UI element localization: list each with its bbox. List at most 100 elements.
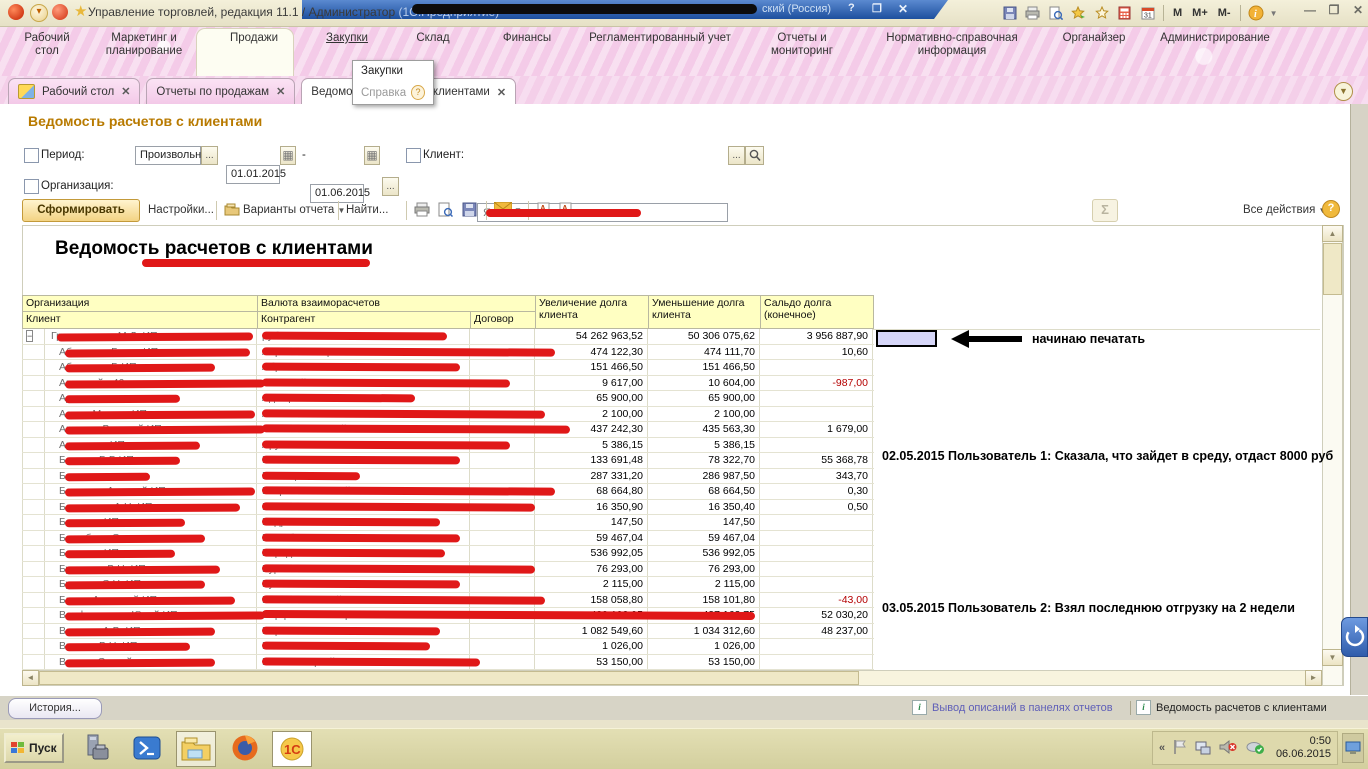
- close-icon[interactable]: ✕: [1350, 2, 1366, 18]
- increase-cell[interactable]: 9 617,00: [535, 376, 648, 391]
- decrease-cell[interactable]: 68 664,50: [648, 484, 760, 499]
- balance-cell[interactable]: 1 679,00: [760, 422, 873, 437]
- section-tab[interactable]: Нормативно-справочная информация: [868, 32, 1036, 58]
- section-tab[interactable]: Регламентированный учет: [584, 32, 736, 45]
- balance-cell[interactable]: [760, 407, 873, 422]
- contract-cell[interactable]: [470, 391, 535, 406]
- date-to-field[interactable]: 01.06.2015: [310, 184, 364, 203]
- client-search-button[interactable]: [745, 146, 764, 165]
- increase-cell[interactable]: 1 026,00: [535, 639, 648, 654]
- section-tab[interactable]: Органайзер: [1050, 32, 1138, 45]
- header-contract[interactable]: Договор: [470, 311, 536, 329]
- client-select-button[interactable]: ...: [728, 146, 745, 165]
- balance-cell[interactable]: 0,30: [760, 484, 873, 499]
- overlay-restore-icon[interactable]: ❐: [872, 2, 882, 15]
- descriptions-link[interactable]: Вывод описаний в панелях отчетов: [932, 702, 1113, 714]
- decrease-cell[interactable]: 2 100,00: [648, 407, 760, 422]
- increase-cell[interactable]: 54 262 963,52: [535, 329, 648, 344]
- header-organization[interactable]: Организация: [22, 295, 258, 312]
- minimize-icon[interactable]: —: [1302, 2, 1318, 18]
- increase-cell[interactable]: 2 115,00: [535, 577, 648, 592]
- decrease-cell[interactable]: 151 466,50: [648, 360, 760, 375]
- section-tab[interactable]: Финансы: [484, 32, 570, 45]
- menu-item-help[interactable]: Справка?: [353, 81, 433, 104]
- tab-close-icon[interactable]: ✕: [121, 85, 130, 98]
- balance-cell[interactable]: [760, 515, 873, 530]
- history-button[interactable]: История...: [8, 698, 102, 719]
- increase-cell[interactable]: 53 150,00: [535, 655, 648, 670]
- balance-cell[interactable]: 0,50: [760, 500, 873, 515]
- section-tab[interactable]: Маркетинг и планирование: [92, 32, 196, 58]
- balance-cell[interactable]: 343,70: [760, 469, 873, 484]
- period-kind-combo[interactable]: Произвольнь: [135, 146, 201, 165]
- decrease-cell[interactable]: 435 563,30: [648, 422, 760, 437]
- find-button[interactable]: Найти...: [346, 204, 388, 216]
- taskbar-item-system-tool[interactable]: [78, 731, 116, 765]
- settings-button[interactable]: Настройки...: [148, 204, 214, 216]
- contract-cell[interactable]: [470, 624, 535, 639]
- scroll-up-icon[interactable]: ▲: [1322, 225, 1343, 242]
- date-from-calendar-icon[interactable]: ▦: [280, 146, 296, 165]
- increase-cell[interactable]: 76 293,00: [535, 562, 648, 577]
- decrease-cell[interactable]: 50 306 075,62: [648, 329, 760, 344]
- calculator-icon[interactable]: [1115, 4, 1134, 23]
- scroll-right-icon[interactable]: ►: [1305, 670, 1322, 686]
- decrease-cell[interactable]: 16 350,40: [648, 500, 760, 515]
- date-from-field[interactable]: 01.01.2015: [226, 165, 280, 184]
- balance-cell[interactable]: [760, 391, 873, 406]
- date-to-calendar-icon[interactable]: ▦: [364, 146, 380, 165]
- group-collapse-icon[interactable]: −: [26, 330, 33, 342]
- decrease-cell[interactable]: 53 150,00: [648, 655, 760, 670]
- header-contragent[interactable]: Контрагент: [257, 311, 471, 329]
- report-variants-button[interactable]: Варианты отчета ▼: [243, 204, 345, 216]
- section-tab[interactable]: Склад: [396, 32, 470, 45]
- contract-cell[interactable]: [470, 531, 535, 546]
- organization-checkbox[interactable]: [24, 179, 39, 194]
- calendar-icon[interactable]: 31: [1138, 4, 1157, 23]
- header-balance[interactable]: Сальдо долга (конечное): [760, 295, 874, 329]
- record-icon[interactable]: [52, 4, 68, 20]
- tray-flag-icon[interactable]: [1173, 739, 1187, 758]
- header-increase[interactable]: Увеличение долга клиента: [535, 295, 649, 329]
- balance-cell[interactable]: [760, 531, 873, 546]
- taskbar-clock[interactable]: 0:5006.06.2015: [1276, 735, 1331, 761]
- balance-cell[interactable]: [760, 577, 873, 592]
- section-tab[interactable]: Закупки: [312, 32, 382, 45]
- decrease-cell[interactable]: 76 293,00: [648, 562, 760, 577]
- section-tab[interactable]: Отчеты и мониторинг: [750, 32, 854, 58]
- tray-volume-muted-icon[interactable]: [1219, 739, 1237, 758]
- balance-cell[interactable]: -987,00: [760, 376, 873, 391]
- memory-m-button[interactable]: M: [1170, 7, 1185, 19]
- favorite-icon[interactable]: [1092, 4, 1111, 23]
- decrease-cell[interactable]: 474 111,70: [648, 345, 760, 360]
- increase-cell[interactable]: 1 082 549,60: [535, 624, 648, 639]
- decrease-cell[interactable]: 536 992,05: [648, 546, 760, 561]
- taskbar-item-explorer[interactable]: [176, 731, 216, 767]
- preview-icon[interactable]: [438, 202, 453, 220]
- print-icon[interactable]: [414, 202, 430, 220]
- memory-mminus-button[interactable]: M-: [1215, 7, 1234, 19]
- chevron-down-icon[interactable]: ▼: [1270, 9, 1278, 18]
- info-icon[interactable]: i: [1247, 4, 1266, 23]
- horizontal-scrollbar-thumb[interactable]: [39, 671, 859, 685]
- favorite-add-icon[interactable]: [1069, 4, 1088, 23]
- restore-icon[interactable]: ❐: [1326, 2, 1342, 18]
- increase-cell[interactable]: 287 331,20: [535, 469, 648, 484]
- contract-cell[interactable]: [470, 639, 535, 654]
- tab-close-icon[interactable]: ✕: [497, 86, 506, 99]
- section-tab[interactable]: Рабочий стол: [16, 32, 78, 58]
- decrease-cell[interactable]: 10 604,00: [648, 376, 760, 391]
- decrease-cell[interactable]: 65 900,00: [648, 391, 760, 406]
- scroll-down-icon[interactable]: ▼: [1322, 649, 1343, 666]
- increase-cell[interactable]: 158 058,80: [535, 593, 648, 608]
- balance-cell[interactable]: 10,60: [760, 345, 873, 360]
- decrease-cell[interactable]: 147,50: [648, 515, 760, 530]
- balance-cell[interactable]: -43,00: [760, 593, 873, 608]
- document-tab[interactable]: Рабочий стол✕: [8, 78, 140, 104]
- balance-cell[interactable]: [760, 639, 873, 654]
- balance-cell[interactable]: 3 956 887,90: [760, 329, 873, 344]
- start-button[interactable]: Пуск: [4, 733, 64, 763]
- contract-cell[interactable]: [470, 469, 535, 484]
- period-kind-select-button[interactable]: ...: [201, 146, 218, 165]
- contract-cell[interactable]: [470, 329, 535, 344]
